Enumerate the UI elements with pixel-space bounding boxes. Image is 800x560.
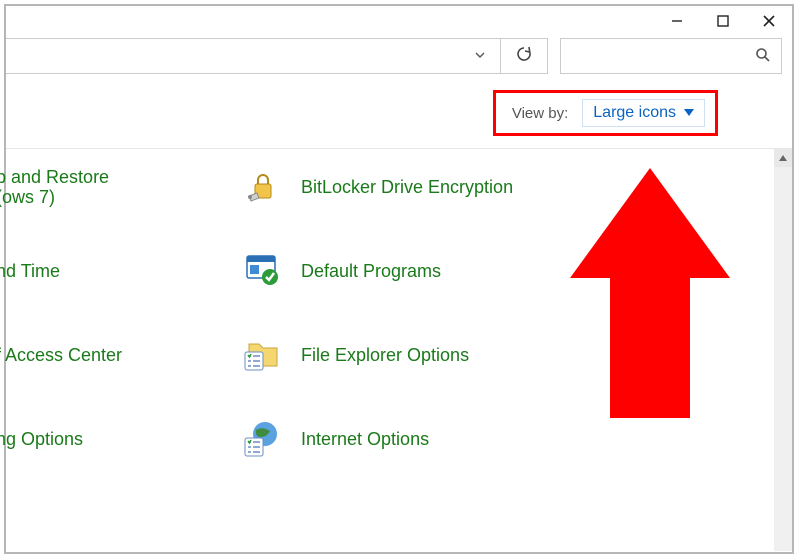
scroll-up-button[interactable] bbox=[774, 149, 792, 167]
item-label: f Access Center bbox=[0, 344, 122, 366]
default-programs-icon bbox=[243, 250, 283, 293]
item-label: Default Programs bbox=[301, 260, 441, 282]
file-explorer-options-icon bbox=[243, 334, 283, 377]
control-panel-item-indexing[interactable]: ng Options bbox=[0, 417, 196, 461]
control-panel-item-file-explorer-options[interactable]: File Explorer Options bbox=[241, 333, 641, 377]
view-by-label: View by: bbox=[512, 105, 568, 122]
caret-down-icon bbox=[684, 104, 694, 122]
view-by-dropdown[interactable]: Large icons bbox=[582, 99, 705, 127]
control-panel-item-date-time[interactable]: nd Time bbox=[0, 249, 196, 293]
control-panel-item-backup-restore[interactable]: p and Restore(ows 7) bbox=[0, 165, 196, 209]
item-label: Internet Options bbox=[301, 428, 429, 450]
address-dropdown-button[interactable] bbox=[459, 39, 500, 73]
item-label: nd Time bbox=[0, 260, 60, 282]
close-button[interactable] bbox=[746, 6, 792, 36]
item-label: BitLocker Drive Encryption bbox=[301, 176, 513, 198]
bitlocker-icon bbox=[243, 166, 283, 209]
control-panel-item-bitlocker[interactable]: BitLocker Drive Encryption bbox=[241, 165, 641, 209]
view-by-highlight: View by: Large icons bbox=[493, 90, 718, 136]
control-panel-item-ease-of-access[interactable]: f Access Center bbox=[0, 333, 196, 377]
item-label: ng Options bbox=[0, 428, 83, 450]
refresh-button[interactable] bbox=[500, 39, 547, 73]
maximize-button[interactable] bbox=[700, 6, 746, 36]
view-by-value: Large icons bbox=[593, 104, 676, 122]
control-panel-item-internet-options[interactable]: Internet Options bbox=[241, 417, 641, 461]
search-box[interactable] bbox=[560, 38, 782, 74]
vertical-scrollbar[interactable] bbox=[774, 149, 792, 551]
item-label: File Explorer Options bbox=[301, 344, 469, 366]
control-panel-item-default-programs[interactable]: Default Programs bbox=[241, 249, 641, 293]
search-icon bbox=[755, 47, 771, 66]
refresh-icon bbox=[515, 45, 533, 68]
address-input[interactable] bbox=[6, 39, 459, 73]
minimize-button[interactable] bbox=[654, 6, 700, 36]
address-bar[interactable] bbox=[6, 38, 548, 74]
item-label: p and Restore(ows 7) bbox=[0, 167, 109, 207]
chevron-down-icon bbox=[474, 48, 486, 64]
internet-options-icon bbox=[243, 418, 283, 461]
